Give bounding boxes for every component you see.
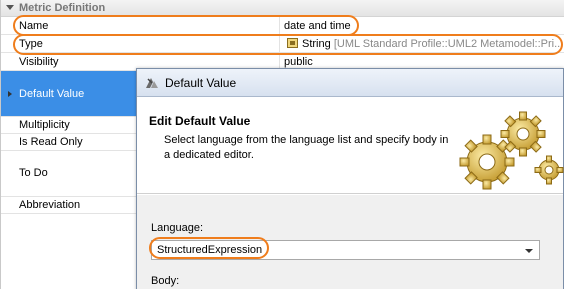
property-name: Default Value (19, 88, 85, 100)
chevron-down-icon[interactable] (525, 249, 533, 253)
language-label: Language: (151, 222, 203, 234)
dialog-body: Language: StructuredExpression Body: (137, 195, 563, 289)
dialog-banner: Edit Default Value Select language from … (137, 98, 564, 194)
row-pointer-icon (8, 91, 12, 97)
app-icon (146, 78, 158, 88)
property-name: To Do (19, 167, 48, 179)
highlight-language (149, 237, 269, 259)
default-value-dialog: Default Value Edit Default Value Select … (136, 68, 564, 289)
highlight-type-row (13, 34, 563, 55)
property-name: Visibility (19, 56, 59, 68)
property-name: Is Read Only (19, 136, 83, 148)
highlight-name-row (13, 15, 359, 36)
property-name: Multiplicity (19, 119, 70, 131)
dialog-title: Default Value (165, 76, 237, 90)
triangle-down-icon[interactable] (6, 5, 14, 10)
dialog-description: Select language from the language list a… (164, 134, 449, 161)
dialog-titlebar[interactable]: Default Value (137, 69, 563, 97)
dialog-heading: Edit Default Value (149, 114, 251, 128)
property-name: Abbreviation (19, 199, 81, 211)
section-title: Metric Definition (19, 2, 106, 14)
property-value[interactable]: public (284, 56, 313, 68)
body-label: Body: (151, 275, 180, 287)
gears-icon (459, 111, 564, 190)
